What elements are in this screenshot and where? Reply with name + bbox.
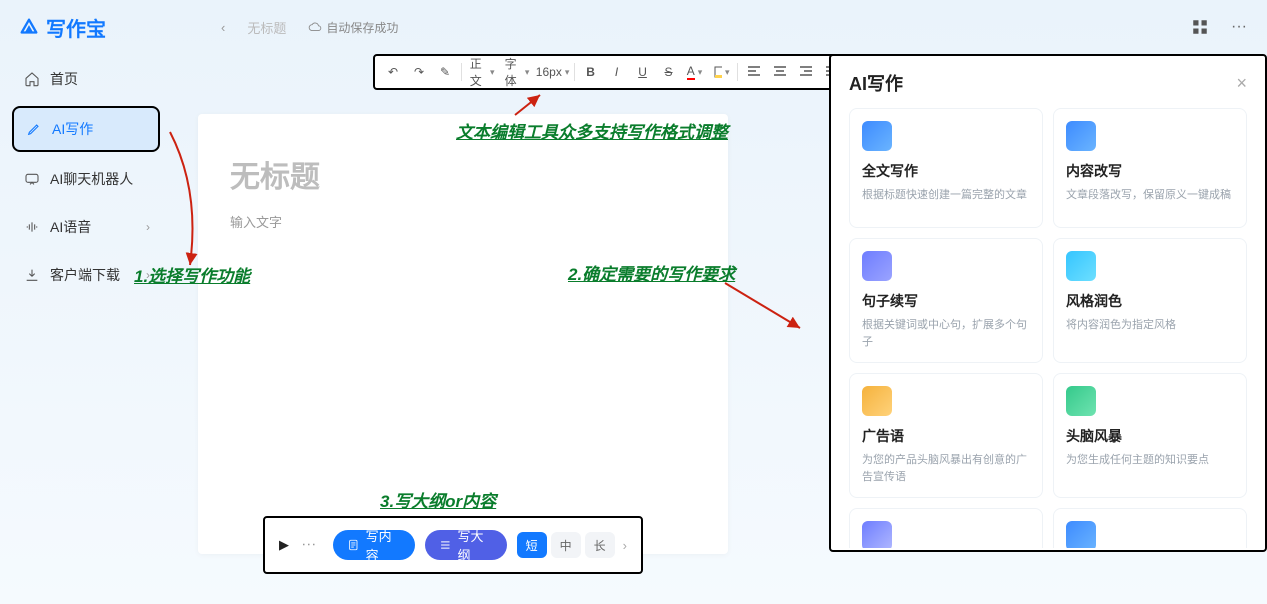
drag-handle-icon[interactable]: ⋮ (301, 537, 318, 553)
cloud-icon (308, 20, 322, 34)
length-medium-button[interactable]: 中 (551, 532, 581, 558)
more-icon[interactable]: ··· (1231, 18, 1247, 36)
align-right-button[interactable] (794, 60, 818, 84)
card-icon (1066, 251, 1096, 281)
app-logo: 写作宝 (18, 13, 106, 42)
card-icon (1066, 521, 1096, 548)
ai-panel: AI写作 × 全文写作根据标题快速创建一篇完整的文章 内容改写文章段落改写，保留… (829, 54, 1267, 552)
sidebar-item-ai-write[interactable]: AI写作 (12, 106, 160, 152)
card-polish[interactable]: 风格润色将内容润色为指定风格 (1053, 238, 1247, 363)
card-title: 广告语 (862, 426, 1030, 446)
align-left-icon (747, 65, 761, 79)
doc-title-input[interactable]: 无标题 (230, 152, 696, 196)
write-outline-button[interactable]: 写大纲 (425, 530, 507, 560)
text-color-button[interactable]: A (683, 60, 707, 84)
card-grid: 全文写作根据标题快速创建一篇完整的文章 内容改写文章段落改写，保留原义一键成稿 … (849, 108, 1247, 548)
card-desc: 将内容润色为指定风格 (1066, 317, 1234, 345)
chat-icon (24, 171, 40, 187)
generation-bar: ▶ ⋮ 写内容 写大纲 短 中 长 › (263, 516, 643, 574)
write-outline-label: 写大纲 (457, 526, 492, 564)
editor-canvas[interactable]: 无标题 输入文字 (198, 114, 728, 554)
write-content-label: 写内容 (366, 526, 401, 564)
card-icon (862, 121, 892, 151)
doc-body-input[interactable]: 输入文字 (230, 212, 696, 231)
topbar: 写作宝 ‹ 无标题 自动保存成功 ··· (0, 0, 1267, 54)
align-center-button[interactable] (768, 60, 792, 84)
doc-icon (347, 538, 360, 552)
pencil-icon (26, 121, 42, 137)
card-icon (862, 251, 892, 281)
card-title: 句子续写 (862, 291, 1030, 311)
format-button[interactable]: ✎ (433, 60, 457, 84)
sidebar-item-label: 客户端下载 (50, 265, 120, 285)
highlight-icon (713, 65, 722, 79)
card-title: 头脑风暴 (1066, 426, 1234, 446)
card-brainstorm[interactable]: 头脑风暴为您生成任何主题的知识要点 (1053, 373, 1247, 498)
card-continue[interactable]: 句子续写根据关键词或中心句，扩展多个句子 (849, 238, 1043, 363)
back-button[interactable]: ‹ (221, 20, 225, 35)
card-title: 风格润色 (1066, 291, 1234, 311)
card-full-write[interactable]: 全文写作根据标题快速创建一篇完整的文章 (849, 108, 1043, 228)
sidebar-item-label: AI语音 (50, 217, 91, 237)
paragraph-select[interactable]: 正文 (466, 60, 499, 84)
card-slogan[interactable]: 广告语为您的产品头脑风暴出有创意的广告宣传语 (849, 373, 1043, 498)
card-desc: 为您生成任何主题的知识要点 (1066, 452, 1234, 480)
sidebar-item-home[interactable]: 首页 (12, 58, 160, 100)
fontsize-select[interactable]: 16px (535, 60, 569, 84)
sidebar-item-label: AI聊天机器人 (50, 169, 133, 189)
card-icon (862, 386, 892, 416)
card-icon (1066, 121, 1096, 151)
length-short-button[interactable]: 短 (517, 532, 547, 558)
card-icon (862, 521, 892, 548)
grid-view-icon[interactable] (1191, 18, 1209, 36)
strike-button[interactable]: S (657, 60, 681, 84)
card-extra-1[interactable] (849, 508, 1043, 548)
align-right-icon (799, 65, 813, 79)
undo-button[interactable]: ↶ (381, 60, 405, 84)
home-icon (24, 71, 40, 87)
card-desc: 文章段落改写，保留原义一键成稿 (1066, 187, 1234, 215)
bold-button[interactable]: B (579, 60, 603, 84)
card-extra-2[interactable] (1053, 508, 1247, 548)
card-icon (1066, 386, 1096, 416)
chevron-right-icon: › (146, 220, 150, 234)
card-desc: 为您的产品头脑风暴出有创意的广告宣传语 (862, 452, 1030, 485)
write-content-button[interactable]: 写内容 (333, 530, 415, 560)
logo-icon (18, 16, 40, 38)
download-icon (24, 267, 40, 283)
font-select[interactable]: 字体 (501, 60, 534, 84)
chevron-right-icon[interactable]: › (623, 538, 627, 553)
card-rewrite[interactable]: 内容改写文章段落改写，保留原义一键成稿 (1053, 108, 1247, 228)
redo-button[interactable]: ↷ (407, 60, 431, 84)
length-long-button[interactable]: 长 (585, 532, 615, 558)
italic-button[interactable]: I (605, 60, 629, 84)
anchor-icon: ▶ (279, 537, 289, 553)
voice-icon (24, 219, 40, 235)
underline-button[interactable]: U (631, 60, 655, 84)
autosave-status: 自动保存成功 (308, 19, 398, 36)
align-left-button[interactable] (742, 60, 766, 84)
length-group: 短 中 长 › (517, 532, 627, 558)
sidebar-item-download[interactable]: 客户端下载 › (12, 254, 160, 296)
align-center-icon (773, 65, 787, 79)
ai-panel-title: AI写作 (849, 70, 903, 96)
card-title: 内容改写 (1066, 161, 1234, 181)
main-area: ↶ ↷ ✎ 正文 字体 16px B I U S A 无标题 (168, 54, 1267, 604)
sidebar-item-voice[interactable]: AI语音 › (12, 206, 160, 248)
sidebar-item-label: AI写作 (52, 119, 93, 139)
autosave-text: 自动保存成功 (326, 19, 398, 36)
doc-tab-title: 无标题 (247, 18, 286, 37)
chevron-right-icon: › (146, 268, 150, 282)
close-button[interactable]: × (1236, 73, 1247, 94)
sidebar-item-label: 首页 (50, 69, 78, 89)
app-name: 写作宝 (46, 13, 106, 42)
list-icon (439, 538, 452, 552)
sidebar: 首页 AI写作 AI聊天机器人 AI语音 › 客户端下载 › (0, 54, 168, 604)
card-desc: 根据关键词或中心句，扩展多个句子 (862, 317, 1030, 350)
card-desc: 根据标题快速创建一篇完整的文章 (862, 187, 1030, 215)
sidebar-item-chatbot[interactable]: AI聊天机器人 (12, 158, 160, 200)
highlight-button[interactable] (709, 60, 734, 84)
card-title: 全文写作 (862, 161, 1030, 181)
